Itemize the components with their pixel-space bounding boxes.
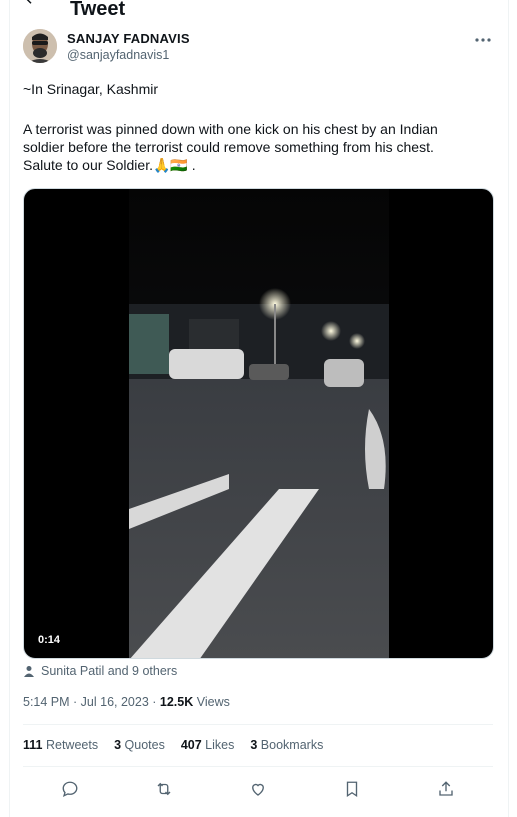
tweet-body-line: A terrorist was pinned down with one kic… — [23, 121, 438, 137]
retweet-button[interactable] — [153, 778, 175, 800]
tweet-body-line: soldier before the terrorist could remov… — [23, 139, 434, 155]
action-bar — [23, 778, 493, 800]
video-thumbnail — [129, 189, 389, 658]
retweet-icon — [157, 782, 171, 796]
reply-icon — [62, 781, 78, 798]
topbar — [22, 0, 40, 8]
quotes-stat[interactable]: 3 Quotes — [114, 738, 165, 752]
tweet-body-line: Salute to our Soldier.🙏🇮🇳 . — [23, 157, 196, 173]
views-count: 12.5K — [159, 695, 194, 709]
retweets-stat[interactable]: 111 Retweets — [23, 738, 98, 752]
share-icon — [439, 781, 453, 796]
likes-stat[interactable]: 407 Likes — [181, 738, 235, 752]
page-title: Tweet — [70, 0, 126, 20]
like-button[interactable] — [247, 778, 269, 800]
avatar[interactable] — [23, 29, 57, 63]
tweet-location-line: ~In Srinagar, Kashmir — [23, 81, 159, 97]
more-options-button[interactable] — [471, 31, 495, 49]
person-icon — [24, 666, 34, 677]
bookmark-icon — [346, 781, 358, 798]
more-dots-icon — [475, 38, 491, 42]
divider — [23, 766, 493, 767]
share-button[interactable] — [435, 778, 457, 800]
author-name[interactable]: SANJAY FADNAVIS — [67, 31, 190, 46]
back-arrow-icon[interactable] — [22, 0, 40, 7]
emoji: 🙏🇮🇳 . — [152, 157, 196, 173]
video-player[interactable]: 0:14 — [23, 188, 494, 659]
author-row: SANJAY FADNAVIS @sanjayfadnavis1 — [23, 29, 495, 69]
engagement-stats: 111 Retweets 3 Quotes 407 Likes 3 Bookma… — [23, 738, 323, 752]
author-handle[interactable]: @sanjayfadnavis1 — [67, 48, 169, 62]
bookmark-button[interactable] — [341, 778, 363, 800]
like-icon — [252, 783, 264, 796]
divider — [23, 724, 493, 725]
bookmarks-stat[interactable]: 3 Bookmarks — [250, 738, 323, 752]
reply-button[interactable] — [59, 778, 81, 800]
tweet-body: A terrorist was pinned down with one kic… — [23, 120, 493, 174]
social-context-text: Sunita Patil and 9 others — [41, 664, 178, 678]
tweet-timestamp[interactable]: 5:14 PM · Jul 16, 2023 · 12.5K Views — [23, 695, 230, 709]
social-context[interactable]: Sunita Patil and 9 others — [23, 664, 177, 678]
video-duration: 0:14 — [34, 632, 65, 648]
